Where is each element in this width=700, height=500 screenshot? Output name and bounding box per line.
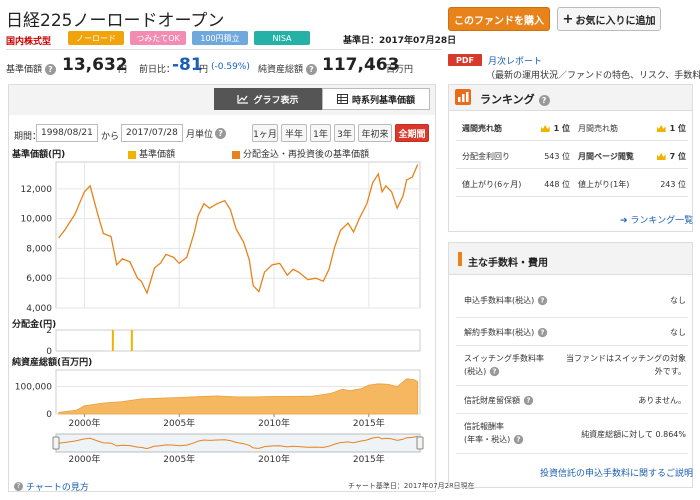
fee-value: なし	[670, 328, 686, 337]
y-tick-label: 4,000	[26, 304, 52, 314]
help-icon[interactable]: ?	[489, 366, 499, 377]
fee-label: 信託財産留保額 ?	[464, 394, 534, 407]
x-tick-label: 2000年	[68, 417, 100, 429]
nav-plot-area	[55, 161, 421, 309]
fee-value: ありません。	[638, 396, 686, 405]
ranking-list-link[interactable]: ➔ ランキング一覧	[620, 213, 693, 226]
x-tick-label: 2005年	[163, 453, 195, 465]
fee-label: 信託報酬率 (年率・税込) ?	[464, 420, 524, 446]
fee-value: 純資産総額に対して 0.864%	[581, 430, 686, 439]
fee-label: スイッチング手数料率 (税込) ?	[464, 354, 544, 377]
pdf-icon[interactable]: PDF	[448, 54, 482, 66]
ranking-value: 7 位	[656, 151, 686, 162]
help-icon[interactable]: ?	[537, 327, 547, 338]
crown-icon	[656, 125, 666, 132]
x-tick-label: 2015年	[353, 453, 385, 465]
y-tick-label: 10,000	[21, 215, 53, 225]
ranking-title: ランキング ?	[480, 91, 550, 107]
monthly-report-link[interactable]: 月次レポート	[488, 54, 542, 67]
help-icon: ?	[14, 482, 23, 491]
monthly-report-description: （最新の運用状況／ファンドの特色、リスク、手数料等）	[486, 71, 700, 81]
ranking-label: 月間売れ筋	[578, 124, 618, 133]
x-tick-label: 2015年	[353, 417, 385, 429]
fees-explanation-link[interactable]: 投資信託の申込手数料に関するご説明	[540, 466, 693, 479]
help-icon[interactable]: ?	[537, 295, 547, 306]
y-tick-label: 100,000	[15, 383, 52, 393]
ranking-label: 値上がり(1年)	[578, 180, 630, 189]
bar-chart-icon	[455, 89, 471, 105]
add-favorite-button[interactable]: + お気に入りに追加	[557, 7, 661, 31]
fee-value: なし	[670, 296, 686, 305]
x-tick-label: 2005年	[163, 417, 195, 429]
distribution-bar	[111, 330, 114, 351]
x-tick-label: 2010年	[258, 417, 290, 429]
fee-value: 当ファンドはスイッチングの対象 外です。	[566, 354, 686, 376]
ranking-value: 1 位	[540, 123, 570, 134]
y-tick-label: 6,000	[26, 274, 52, 284]
crown-icon	[656, 153, 666, 160]
ranking-label: 分配金利回り	[462, 152, 510, 161]
y-tick-label: 12,000	[21, 185, 53, 195]
help-icon[interactable]: ?	[523, 395, 533, 406]
x-tick-label: 2000年	[68, 453, 100, 465]
plus-icon: +	[562, 11, 574, 27]
ranking-label: 月間ページ閲覧	[578, 152, 634, 161]
navigator-handle[interactable]	[416, 436, 424, 450]
y-tick-label: 0	[46, 410, 52, 420]
ranking-value: 448 位	[544, 180, 570, 189]
navigator-handle[interactable]	[52, 436, 60, 450]
add-favorite-label: お気に入りに追加	[575, 15, 656, 27]
chart-help-link[interactable]: ? チャートの見方	[14, 480, 89, 493]
ranking-value: 243 位	[660, 180, 686, 189]
fund-chart[interactable]: 4,000 6,000 8,000 10,000 12,000 0 2 0 100,000 200…	[0, 0, 440, 490]
x-tick-label: 2010年	[258, 453, 290, 465]
help-icon[interactable]: ?	[538, 94, 550, 106]
y-tick-label: 8,000	[26, 244, 52, 254]
help-icon[interactable]: ?	[513, 434, 523, 445]
fees-title: 主な手数料・費用	[468, 258, 548, 269]
accent-bar	[458, 252, 462, 266]
distribution-bar	[130, 330, 133, 351]
fee-label: 申込手数料率(税込) ?	[464, 294, 548, 307]
buy-fund-button[interactable]: このファンドを購入	[448, 7, 550, 31]
ranking-label: 値上がり(6ヶ月)	[462, 180, 522, 189]
ranking-value: 543 位	[544, 152, 570, 161]
ranking-value: 1 位	[656, 123, 686, 134]
y-tick-label: 2	[46, 326, 52, 336]
ranking-label: 週間売れ筋	[462, 124, 502, 133]
distribution-plot-area	[55, 329, 421, 352]
y-tick-label: 0	[46, 347, 52, 357]
crown-icon	[540, 125, 550, 132]
fee-label: 解約手数料率(税込) ?	[464, 326, 548, 339]
